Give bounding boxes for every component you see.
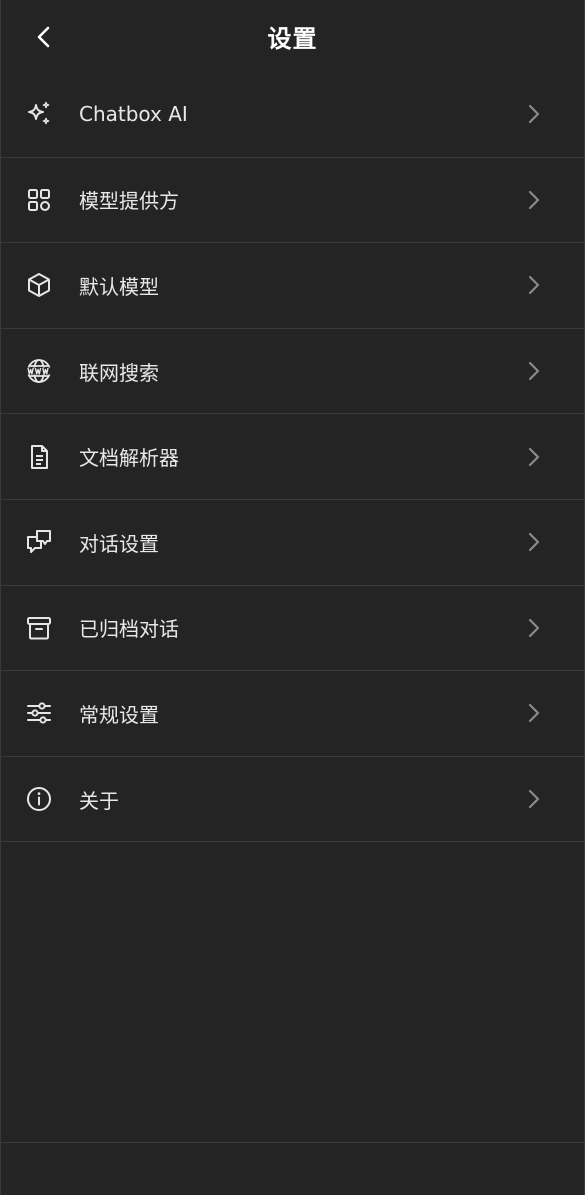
sparkles-icon — [25, 100, 53, 128]
back-button[interactable] — [29, 22, 59, 52]
menu-item-chat-settings[interactable]: 对话设置 — [1, 500, 584, 586]
grid-icon — [25, 186, 53, 214]
menu-item-default-model[interactable]: 默认模型 — [1, 243, 584, 329]
cube-icon — [25, 271, 53, 299]
chevron-right-icon — [524, 530, 544, 554]
info-icon — [25, 785, 53, 813]
chevron-right-icon — [524, 273, 544, 297]
chevron-left-icon — [37, 26, 50, 48]
menu-item-web-search[interactable]: 联网搜索 — [1, 329, 584, 415]
sliders-icon — [25, 699, 53, 727]
menu-item-model-provider[interactable]: 模型提供方 — [1, 158, 584, 244]
archive-icon — [25, 614, 53, 642]
settings-menu: Chatbox AI 模型提供方 默认模型 联网搜索 文档解析器 对话设置 已归… — [1, 72, 584, 843]
globe-www-icon — [25, 357, 53, 385]
chevron-right-icon — [524, 701, 544, 725]
menu-item-label: 模型提供方 — [79, 189, 179, 214]
chevron-right-icon — [524, 445, 544, 469]
page-title: 设置 — [267, 24, 318, 53]
menu-item-label: 关于 — [79, 788, 119, 813]
chevron-right-icon — [524, 188, 544, 212]
menu-item-label: 对话设置 — [79, 531, 159, 556]
menu-item-general-settings[interactable]: 常规设置 — [1, 671, 584, 757]
settings-screen: 设置 Chatbox AI 模型提供方 默认模型 联网搜索 文档解析器 对话设置… — [0, 0, 585, 1195]
chevron-right-icon — [524, 787, 544, 811]
top-bar: 设置 — [1, 0, 584, 72]
menu-item-label: 常规设置 — [79, 702, 159, 727]
bottom-safe-area — [1, 1142, 584, 1195]
menu-item-label: 联网搜索 — [79, 360, 159, 385]
menu-item-chatbox-ai[interactable]: Chatbox AI — [1, 72, 584, 158]
menu-item-label: 默认模型 — [79, 274, 159, 299]
menu-item-about[interactable]: 关于 — [1, 757, 584, 843]
chevron-right-icon — [524, 616, 544, 640]
document-icon — [25, 443, 53, 471]
menu-item-archived-chats[interactable]: 已归档对话 — [1, 586, 584, 672]
menu-item-label: 文档解析器 — [79, 446, 179, 471]
menu-item-label: Chatbox AI — [79, 102, 188, 127]
chevron-right-icon — [524, 359, 544, 383]
chat-bubbles-icon — [25, 528, 53, 556]
menu-item-label: 已归档对话 — [79, 617, 179, 642]
chevron-right-icon — [524, 102, 544, 126]
menu-item-doc-parser[interactable]: 文档解析器 — [1, 414, 584, 500]
